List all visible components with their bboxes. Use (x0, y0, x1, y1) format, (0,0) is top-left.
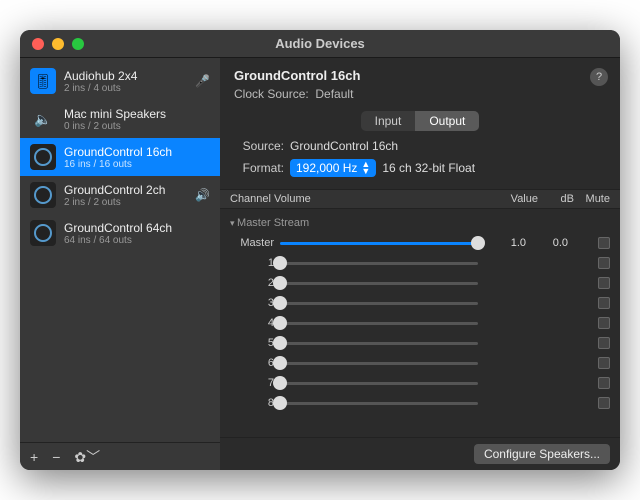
device-name: Mac mini Speakers (64, 107, 210, 121)
device-name: GroundControl 16ch (64, 145, 210, 159)
format-description: 16 ch 32-bit Float (382, 161, 475, 175)
channel-slider[interactable] (280, 342, 478, 345)
channel-row: 1 (230, 253, 610, 273)
gear-icon[interactable]: ✿﹀ (74, 447, 100, 467)
stream-list: Master Stream Master 1.0 0.0 1 2 (220, 209, 620, 437)
channel-slider[interactable] (280, 262, 478, 265)
source-label: Source: (234, 139, 284, 153)
clock-source: Clock Source: Default (234, 87, 606, 101)
mute-checkbox[interactable] (598, 277, 610, 289)
channel-table-header: Channel Volume Value dB Mute (220, 189, 620, 209)
titlebar: Audio Devices (20, 30, 620, 58)
mute-checkbox[interactable] (598, 337, 610, 349)
tab-input[interactable]: Input (361, 111, 416, 131)
device-macmini-speakers[interactable]: 🔈 Mac mini Speakers 0 ins / 2 outs (20, 100, 220, 138)
audio-devices-window: Audio Devices 🎚 Audiohub 2x4 2 ins / 4 o… (20, 30, 620, 470)
tab-output[interactable]: Output (415, 111, 479, 131)
channel-row: 3 (230, 293, 610, 313)
device-groundcontrol-16[interactable]: GroundControl 16ch 16 ins / 16 outs (20, 138, 220, 176)
mute-checkbox[interactable] (598, 357, 610, 369)
zoom-icon[interactable] (72, 38, 84, 50)
channel-slider[interactable] (280, 302, 478, 305)
channel-row: 6 (230, 353, 610, 373)
channel-master: Master 1.0 0.0 (230, 233, 610, 253)
format-label: Format: (234, 161, 284, 175)
device-audiohub[interactable]: 🎚 Audiohub 2x4 2 ins / 4 outs 🎤 (20, 62, 220, 100)
master-slider[interactable] (280, 242, 478, 245)
device-icon (30, 220, 56, 246)
mute-checkbox[interactable] (598, 317, 610, 329)
device-io: 64 ins / 64 outs (64, 235, 210, 246)
io-tabs: Input Output (220, 111, 620, 131)
device-icon (30, 182, 56, 208)
device-icon: 🎚 (30, 68, 56, 94)
help-icon[interactable]: ? (590, 68, 608, 86)
device-io: 2 ins / 2 outs (64, 197, 187, 208)
mic-icon: 🎤 (195, 74, 210, 88)
channel-slider[interactable] (280, 322, 478, 325)
device-io: 0 ins / 2 outs (64, 121, 210, 132)
stepper-icon: ▲▼ (361, 161, 370, 175)
device-list: 🎚 Audiohub 2x4 2 ins / 4 outs 🎤 🔈 Mac mi… (20, 58, 220, 442)
channel-row: 8 (230, 393, 610, 413)
mute-checkbox[interactable] (598, 297, 610, 309)
device-icon (30, 144, 56, 170)
close-icon[interactable] (32, 38, 44, 50)
remove-button[interactable]: − (52, 449, 60, 465)
mute-checkbox[interactable] (598, 237, 610, 249)
device-name: Audiohub 2x4 (64, 69, 187, 83)
add-button[interactable]: + (30, 449, 38, 465)
device-io: 16 ins / 16 outs (64, 159, 210, 170)
sidebar-toolbar: + − ✿﹀ (20, 442, 220, 470)
device-io: 2 ins / 4 outs (64, 83, 187, 94)
speaker-icon: 🔈 (30, 106, 56, 132)
window-title: Audio Devices (20, 36, 620, 51)
configure-speakers-button[interactable]: Configure Speakers... (474, 444, 610, 464)
detail-title: GroundControl 16ch (234, 68, 606, 83)
channel-slider[interactable] (280, 362, 478, 365)
stream-header[interactable]: Master Stream (230, 213, 610, 233)
channel-row: 2 (230, 273, 610, 293)
format-rate-select[interactable]: 192,000 Hz ▲▼ (290, 159, 376, 177)
mute-checkbox[interactable] (598, 377, 610, 389)
volume-icon: 🔊 (195, 188, 210, 202)
device-groundcontrol-2[interactable]: GroundControl 2ch 2 ins / 2 outs 🔊 (20, 176, 220, 214)
device-name: GroundControl 2ch (64, 183, 187, 197)
device-name: GroundControl 64ch (64, 221, 210, 235)
minimize-icon[interactable] (52, 38, 64, 50)
device-groundcontrol-64[interactable]: GroundControl 64ch 64 ins / 64 outs (20, 214, 220, 252)
channel-row: 5 (230, 333, 610, 353)
channel-slider[interactable] (280, 382, 478, 385)
mute-checkbox[interactable] (598, 257, 610, 269)
detail-panel: GroundControl 16ch ? Clock Source: Defau… (220, 58, 620, 470)
mute-checkbox[interactable] (598, 397, 610, 409)
device-sidebar: 🎚 Audiohub 2x4 2 ins / 4 outs 🎤 🔈 Mac mi… (20, 58, 220, 470)
channel-row: 4 (230, 313, 610, 333)
channel-row: 7 (230, 373, 610, 393)
channel-slider[interactable] (280, 402, 478, 405)
source-value: GroundControl 16ch (290, 139, 398, 153)
channel-slider[interactable] (280, 282, 478, 285)
